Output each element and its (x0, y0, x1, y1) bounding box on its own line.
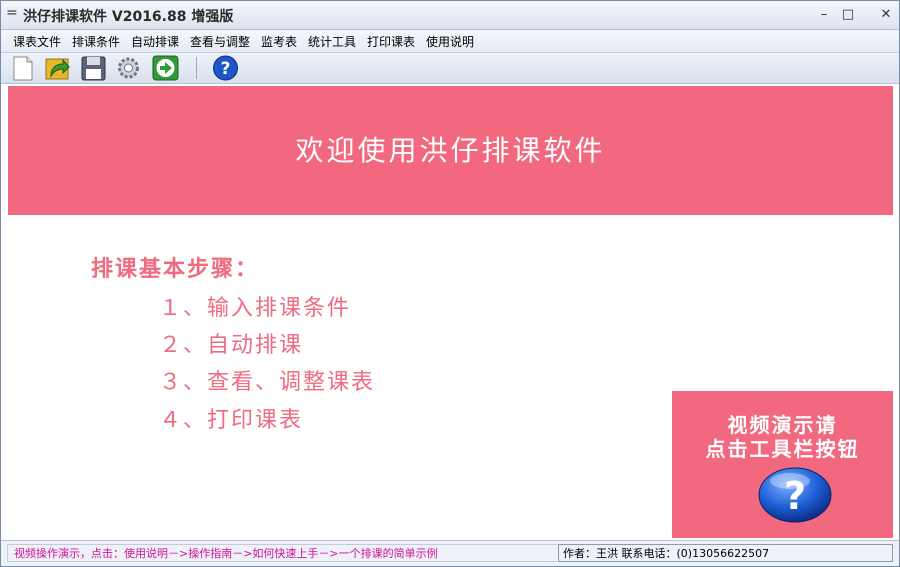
settings-button[interactable] (114, 54, 143, 82)
steps-heading: 排课基本步骤： (91, 256, 260, 282)
run-button[interactable] (151, 54, 180, 82)
video-hint-line-2: 点击工具栏按钮 (705, 437, 860, 461)
menu-item-invigilation[interactable]: 监考表 (261, 33, 297, 50)
new-file-button[interactable] (8, 54, 37, 82)
step-item-3: ３、查看、调整课表 (159, 370, 376, 395)
menu-item-statistics-tools[interactable]: 统计工具 (308, 33, 356, 50)
menu-bar: 课表文件 排课条件 自动排课 查看与调整 监考表 统计工具 打印课表 使用说明 (1, 30, 899, 53)
close-button[interactable]: ✕ (877, 7, 895, 23)
toolbar: ? (1, 53, 899, 84)
system-menu-icon[interactable]: = (6, 6, 20, 20)
menu-item-usage-guide[interactable]: 使用说明 (426, 33, 474, 50)
welcome-banner: 欢迎使用洪仔排课软件 (8, 86, 893, 215)
app-window: = 洪仔排课软件 V2016.88 增强版 – □ ✕ 课表文件 排课条件 自动… (0, 0, 900, 567)
large-help-icon: ? (758, 467, 832, 523)
step-item-4: ４、打印课表 (159, 408, 304, 433)
settings-gear-icon (118, 57, 139, 79)
step-item-1: １、输入排课条件 (159, 296, 352, 321)
new-file-icon (13, 56, 33, 81)
help-glyph: ? (221, 59, 231, 79)
menu-item-scheduling-conditions[interactable]: 排课条件 (72, 33, 120, 50)
toolbar-separator (196, 57, 197, 79)
help-button[interactable]: ? (211, 54, 240, 82)
menu-item-timetable-file[interactable]: 课表文件 (13, 33, 61, 50)
menu-item-view-adjust[interactable]: 查看与调整 (190, 33, 250, 50)
open-file-button[interactable] (43, 54, 72, 82)
save-button[interactable] (79, 54, 108, 82)
video-hint-panel: 视频演示请 点击工具栏按钮 ? (672, 391, 893, 538)
large-help-glyph: ? (784, 474, 806, 518)
open-folder-icon (45, 58, 70, 80)
help-icon: ? (213, 55, 238, 81)
maximize-button[interactable]: □ (839, 7, 857, 23)
save-disk-icon (81, 56, 106, 81)
welcome-text: 欢迎使用洪仔排课软件 (295, 134, 606, 167)
menu-item-auto-schedule[interactable]: 自动排课 (131, 33, 179, 50)
step-item-2: ２、自动排课 (159, 333, 304, 358)
status-bar: 视频操作演示，点击：使用说明－>操作指南－>如何快速上手－>一个排课的简单示例 … (1, 540, 899, 566)
title-bar[interactable]: = 洪仔排课软件 V2016.88 增强版 – □ ✕ (1, 1, 899, 30)
window-title: 洪仔排课软件 V2016.88 增强版 (23, 9, 234, 25)
status-video-hint: 视频操作演示，点击：使用说明－>操作指南－>如何快速上手－>一个排课的简单示例 (7, 544, 557, 562)
menu-item-print-timetable[interactable]: 打印课表 (367, 33, 415, 50)
run-arrow-icon (152, 55, 179, 81)
minimize-button[interactable]: – (815, 7, 833, 23)
status-author-info: 作者：王洪 联系电话：(0)13056622507 (558, 544, 893, 562)
